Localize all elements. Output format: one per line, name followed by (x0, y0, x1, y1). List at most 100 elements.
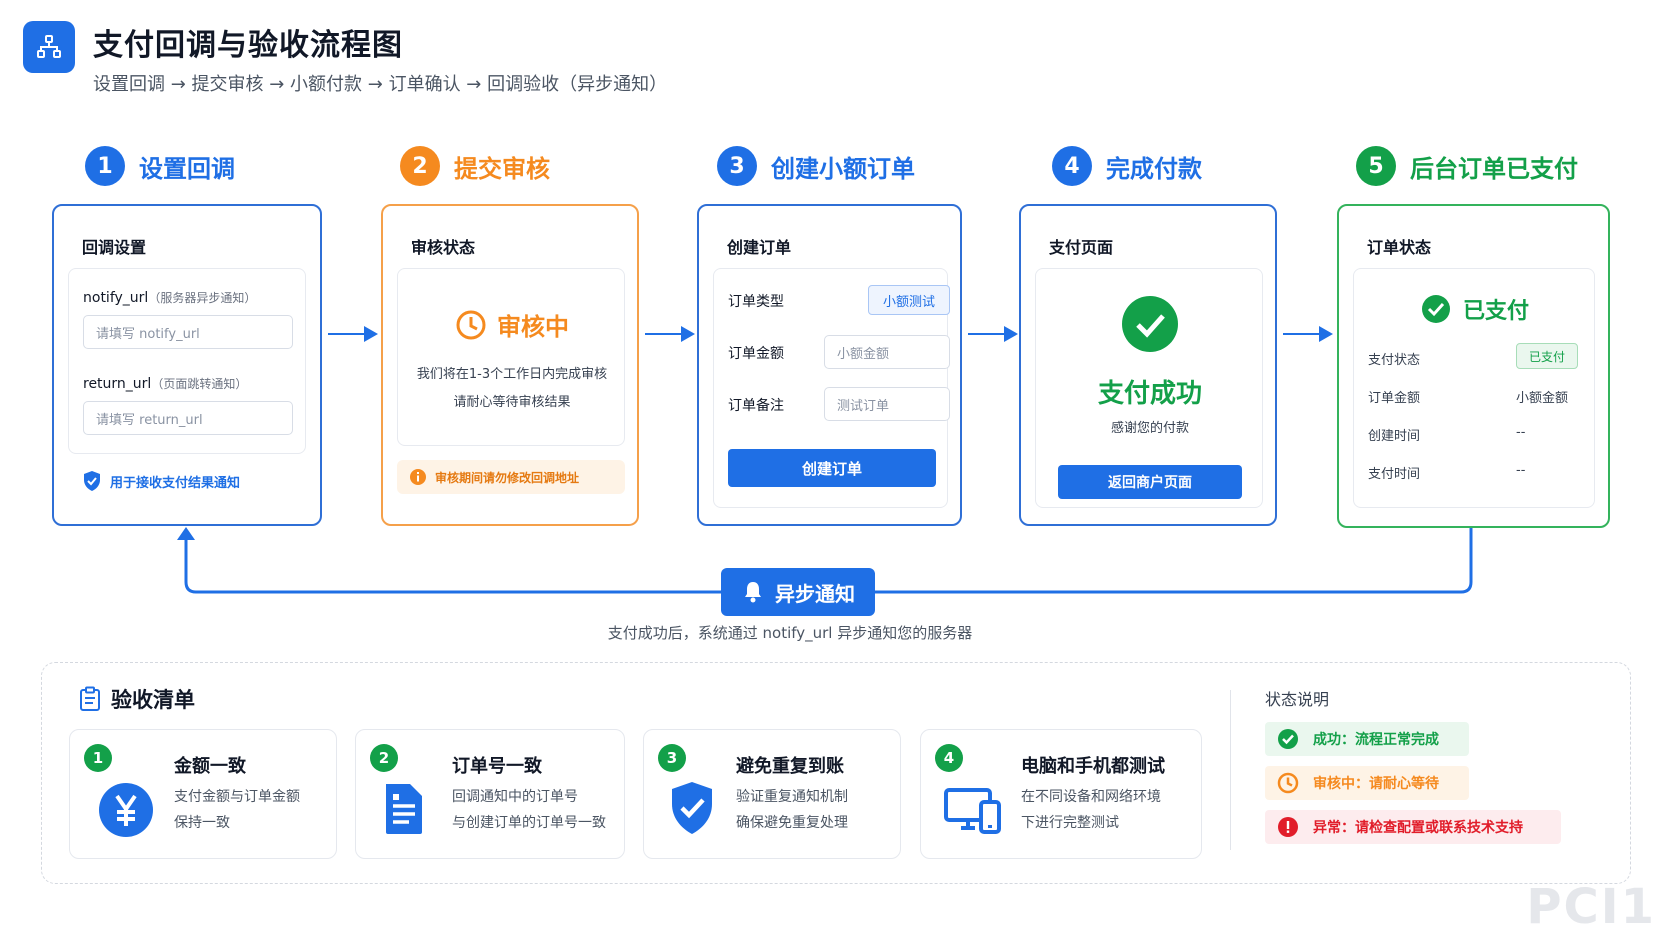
success-icon (1278, 729, 1298, 749)
notify-url-hint: （服务器异步通知） (148, 291, 257, 305)
checklist-number: 4 (935, 744, 963, 772)
checklist-item-desc: 与创建订单的订单号一致 (452, 815, 606, 831)
checklist-item: 2 订单号一致 回调通知中的订单号 与创建订单的订单号一致 (355, 729, 625, 859)
arrow-head-icon (681, 326, 695, 342)
checklist-title: 验收清单 (111, 688, 195, 712)
notify-url-label-row: notify_url（服务器异步通知） (83, 287, 256, 306)
order-amount-label: 订单金额 (728, 346, 784, 362)
review-status-card: 审核状态 审核中 我们将在1-3个工作日内完成审核 请耐心等待审核结果 审核期间… (381, 204, 639, 526)
legend-error-text: 异常：请检查配置或联系技术支持 (1313, 820, 1523, 836)
card-label: 订单状态 (1367, 238, 1432, 257)
info-icon (410, 469, 426, 485)
return-url-hint: （页面跳转通知） (151, 377, 248, 391)
document-icon (386, 784, 422, 834)
clipboard-icon (80, 686, 100, 711)
payment-panel: 支付成功 感谢您的付款 返回商户页面 (1035, 268, 1263, 508)
order-amount-input[interactable]: 小额金额 (824, 335, 950, 369)
shield-check-icon (84, 471, 100, 491)
return-merchant-button[interactable]: 返回商户页面 (1058, 465, 1242, 499)
checklist-item-desc: 保持一致 (174, 815, 230, 831)
async-notify-badge: 异步通知 (721, 568, 875, 616)
arrow-head-icon (364, 326, 378, 342)
status-row-key: 支付状态 (1368, 353, 1421, 368)
callback-form: notify_url（服务器异步通知） 请填写 notify_url retur… (68, 268, 306, 454)
page-title: 支付回调与验收流程图 (93, 28, 403, 63)
callback-settings-card: 回调设置 notify_url（服务器异步通知） 请填写 notify_url … (52, 204, 322, 526)
checklist-number: 2 (370, 744, 398, 772)
status-row-value: -- (1516, 425, 1526, 440)
legend-success-text: 成功：流程正常完成 (1313, 732, 1439, 748)
step-2-header: 2 提交审核 (400, 146, 550, 186)
step-number: 5 (1356, 146, 1396, 186)
review-desc-line1: 我们将在1-3个工作日内完成审核 (416, 367, 608, 382)
check-circle-icon (1421, 295, 1450, 323)
checklist-item: 3 避免重复到账 验证重复通知机制 确保避免重复处理 (643, 729, 901, 859)
flow-arrow (1283, 333, 1323, 335)
arrow-head-icon (1319, 326, 1333, 342)
checklist-item: 4 电脑和手机都测试 在不同设备和网络环境 下进行完整测试 (920, 729, 1202, 859)
return-url-label-row: return_url（页面跳转通知） (83, 373, 247, 392)
success-check-icon (1122, 296, 1178, 352)
paid-status-badge: 已支付 (1516, 343, 1578, 369)
card-label: 创建订单 (727, 238, 792, 257)
step-number: 3 (717, 146, 757, 186)
step-number: 1 (85, 146, 125, 186)
legend-title: 状态说明 (1265, 690, 1330, 709)
step-3-header: 3 创建小额订单 (717, 146, 915, 186)
watermark: PCI1 (1526, 879, 1656, 935)
checklist-item: 1 金额一致 支付金额与订单金额 保持一致 (69, 729, 337, 859)
checklist-item-title: 金额一致 (174, 756, 246, 777)
status-row-key: 支付时间 (1368, 467, 1421, 482)
step-number: 2 (400, 146, 440, 186)
paid-status-row: 已支付 (1354, 293, 1596, 325)
step-title: 完成付款 (1106, 154, 1202, 183)
checklist-number: 3 (658, 744, 686, 772)
checklist-number: 1 (84, 744, 112, 772)
review-desc-line2: 请耐心等待审核结果 (453, 395, 571, 410)
checklist-item-title: 订单号一致 (452, 756, 542, 777)
legend-error: 异常：请检查配置或联系技术支持 (1265, 810, 1561, 844)
legend-success: 成功：流程正常完成 (1265, 722, 1469, 756)
step-title: 提交审核 (454, 154, 550, 183)
step-title: 设置回调 (139, 154, 235, 183)
step-title: 后台订单已支付 (1410, 154, 1578, 183)
card-label: 回调设置 (82, 238, 147, 257)
order-type-label: 订单类型 (728, 294, 784, 310)
callback-note-text: 用于接收支付结果通知 (110, 475, 241, 491)
create-order-card: 创建订单 订单类型 小额测试 订单金额 小额金额 订单备注 测试订单 创建订单 (697, 204, 962, 526)
app-logo (23, 21, 75, 73)
checklist-item-desc: 支付金额与订单金额 (174, 789, 300, 805)
step-5-header: 5 后台订单已支付 (1356, 146, 1578, 186)
review-warning: 审核期间请勿修改回调地址 (397, 460, 625, 494)
checklist-item-title: 电脑和手机都测试 (1021, 756, 1165, 777)
checklist-header: 验收清单 (79, 684, 195, 714)
checklist-item-desc: 回调通知中的订单号 (452, 789, 578, 805)
error-icon (1278, 817, 1298, 837)
clock-icon (456, 310, 486, 339)
order-status-panel: 已支付 支付状态 已支付 订单金额 小额金额 创建时间 -- 支付时间 -- (1353, 268, 1595, 508)
order-status-card: 订单状态 已支付 支付状态 已支付 订单金额 小额金额 创建时间 -- 支付时间… (1337, 204, 1610, 528)
card-label: 支付页面 (1049, 238, 1114, 257)
return-url-input[interactable]: 请填写 return_url (83, 401, 293, 435)
step-4-header: 4 完成付款 (1052, 146, 1202, 186)
async-caption: 支付成功后，系统通过 notify_url 异步通知您的服务器 (607, 624, 973, 642)
arrow-head-icon (1004, 326, 1018, 342)
paid-status-text: 已支付 (1462, 299, 1529, 324)
flow-icon (37, 35, 61, 58)
checklist-item-desc: 确保避免重复处理 (736, 815, 848, 831)
order-form: 订单类型 小额测试 订单金额 小额金额 订单备注 测试订单 创建订单 (713, 268, 950, 508)
order-remark-input[interactable]: 测试订单 (824, 387, 950, 421)
review-status-row: 审核中 (398, 307, 626, 342)
checklist-item-desc: 下进行完整测试 (1021, 815, 1119, 831)
review-warning-text: 审核期间请勿修改回调地址 (435, 470, 580, 485)
async-notify-text: 异步通知 (775, 581, 855, 606)
order-type-tag[interactable]: 小额测试 (868, 285, 950, 315)
flow-arrow (645, 333, 685, 335)
return-url-label: return_url (83, 376, 152, 392)
create-order-button[interactable]: 创建订单 (728, 449, 936, 487)
status-row-key: 创建时间 (1368, 429, 1421, 444)
flow-arrow (328, 333, 368, 335)
notify-url-input[interactable]: 请填写 notify_url (83, 315, 293, 349)
legend-pending-text: 审核中：请耐心等待 (1313, 776, 1439, 792)
flow-arrow (968, 333, 1008, 335)
